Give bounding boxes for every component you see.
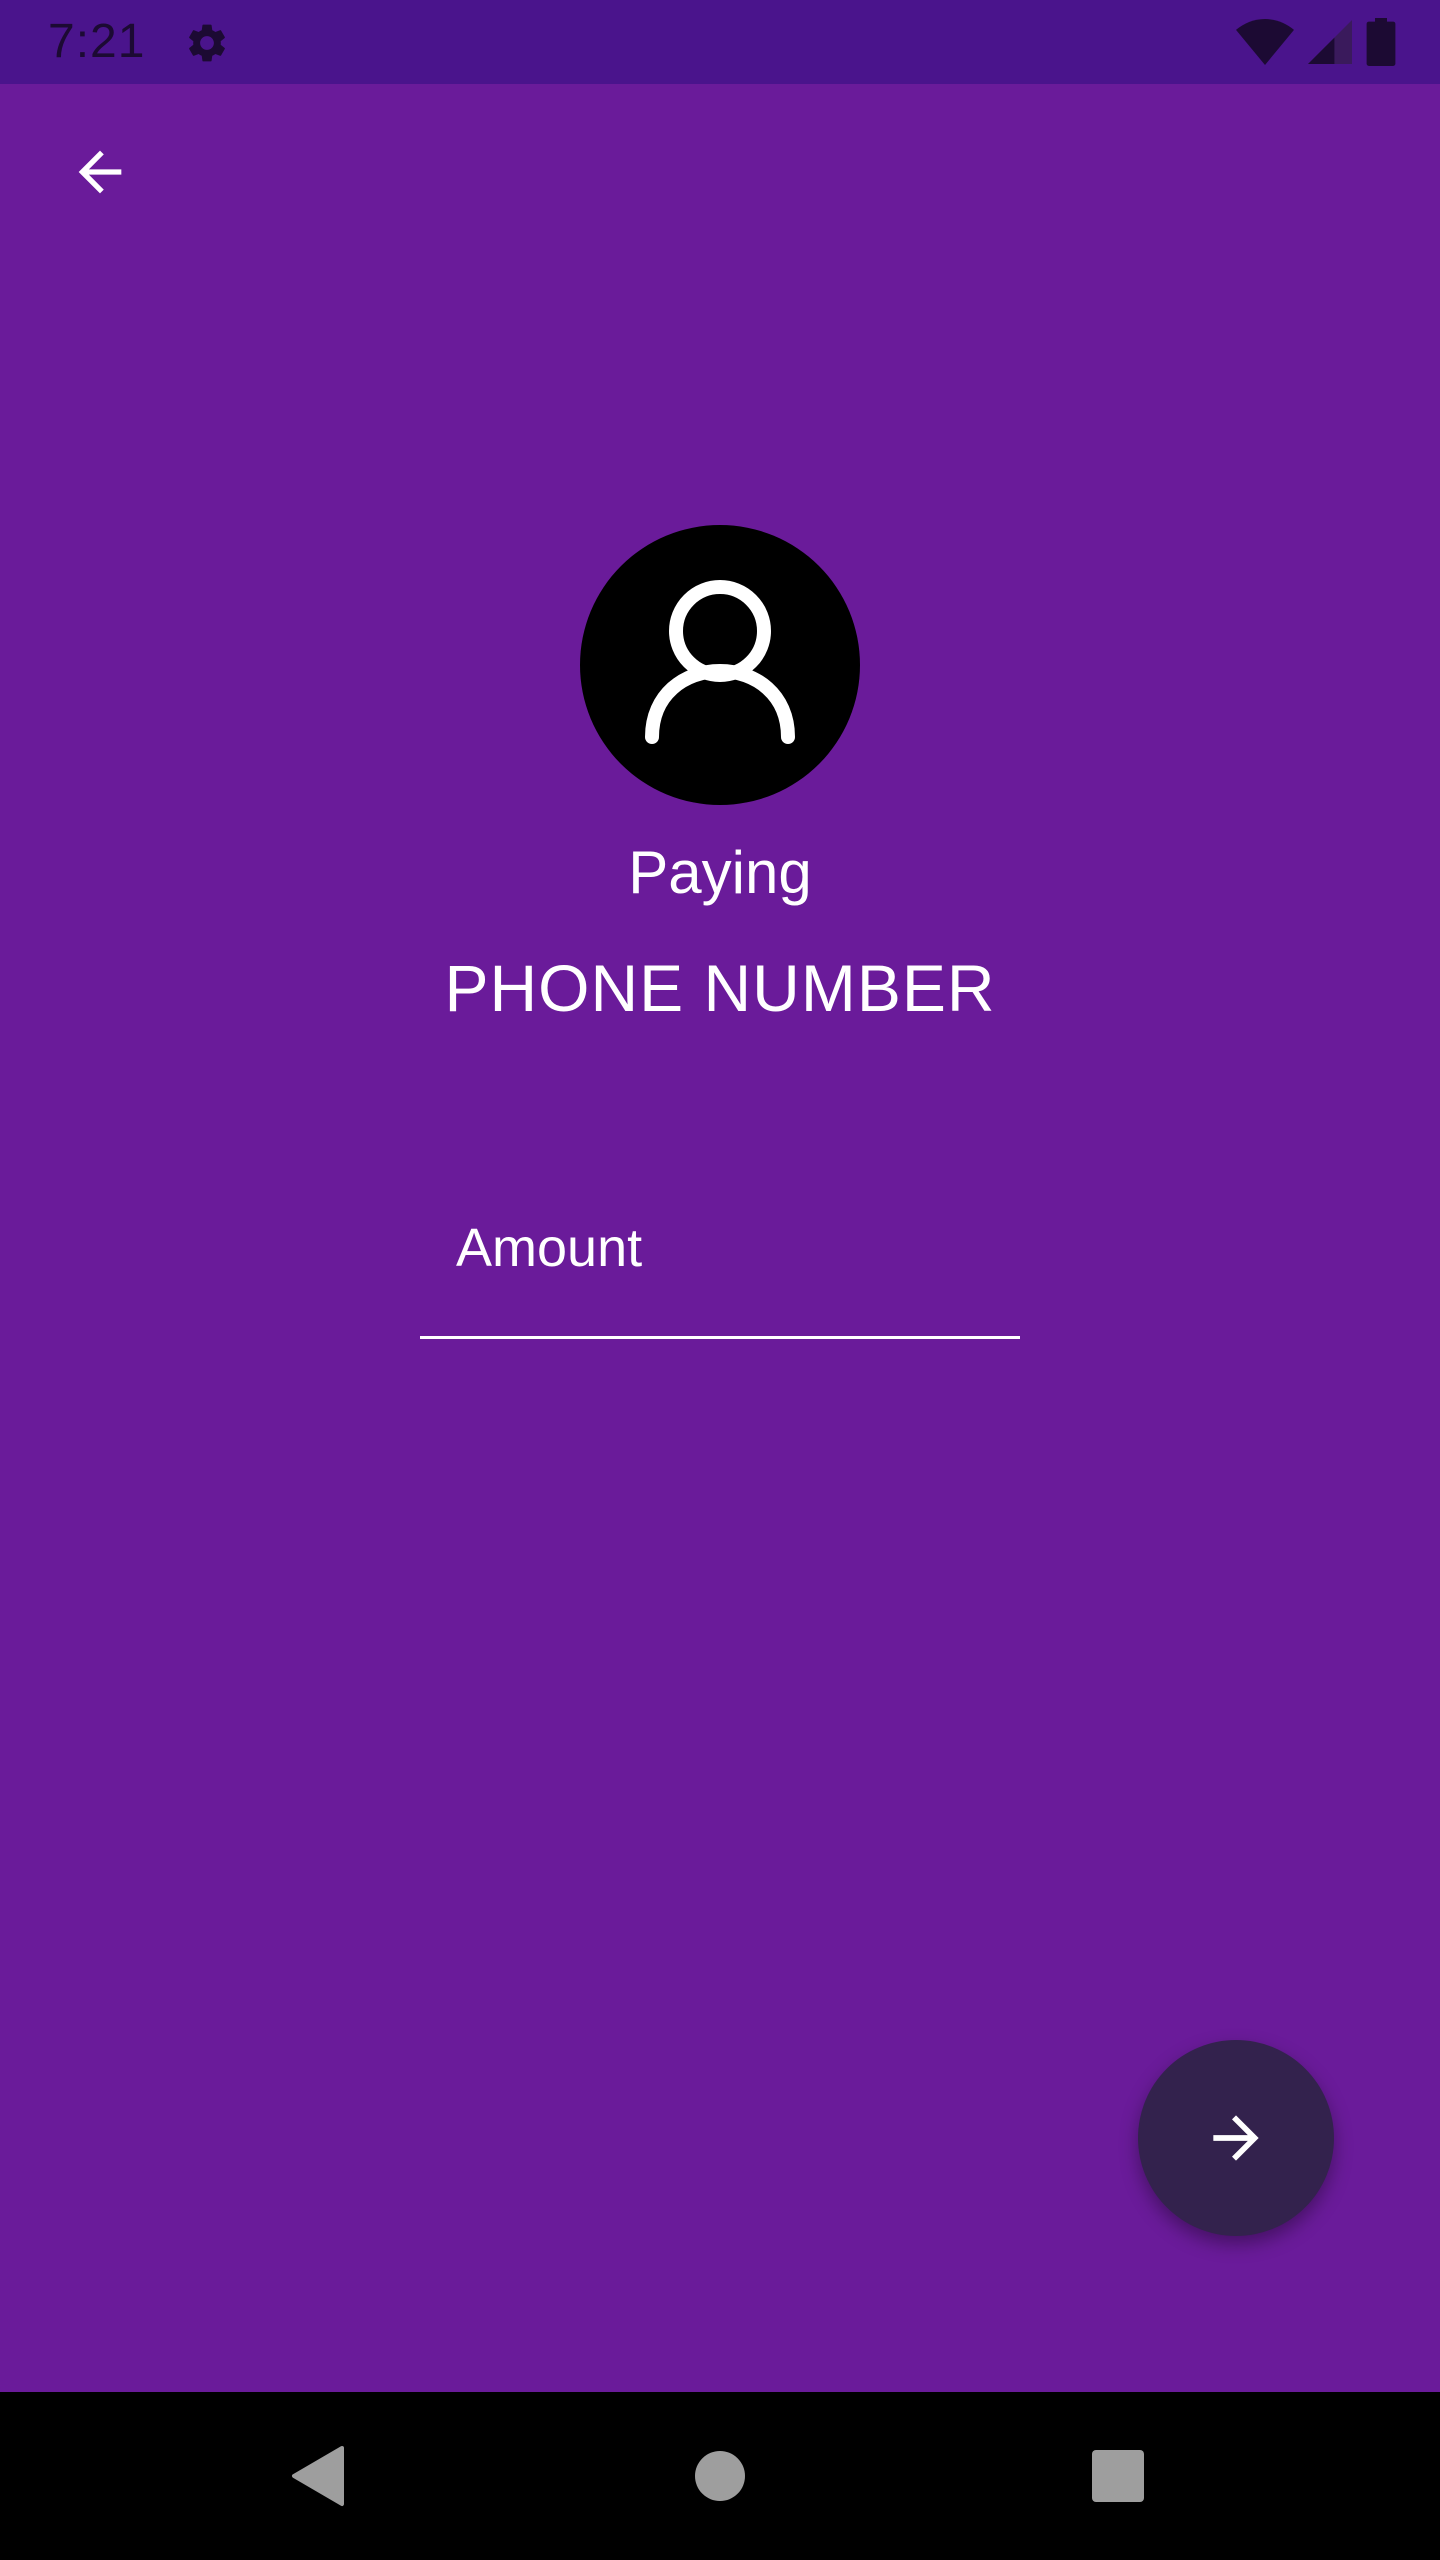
next-button[interactable] <box>1138 2040 1334 2236</box>
back-button[interactable] <box>52 124 148 220</box>
arrow-back-icon <box>78 150 122 194</box>
battery-icon <box>1366 18 1396 66</box>
settings-gear-icon <box>189 24 225 62</box>
nav-back-button[interactable] <box>268 2426 368 2526</box>
nav-home-icon <box>695 2451 745 2501</box>
amount-underline <box>420 1336 1020 1339</box>
nav-home-button[interactable] <box>670 2426 770 2526</box>
wifi-icon <box>1236 19 1294 65</box>
recipient-name: PHONE NUMBER <box>444 951 996 1025</box>
arrow-forward-icon <box>1213 2115 1259 2161</box>
avatar <box>580 525 860 805</box>
navigation-bar <box>0 2392 1440 2560</box>
amount-input[interactable] <box>420 1160 1020 1336</box>
status-time: 7:21 <box>48 15 146 68</box>
nav-back-icon <box>292 2446 344 2506</box>
status-icons <box>1236 18 1396 66</box>
status-bar: 7:21 <box>0 0 1440 84</box>
person-outline-icon <box>645 580 795 744</box>
nav-recents-button[interactable] <box>1068 2426 1168 2526</box>
paying-label: Paying <box>628 839 812 906</box>
amount-field[interactable] <box>420 1160 1020 1340</box>
nav-recents-icon <box>1092 2450 1144 2502</box>
cellular-signal-icon <box>1308 20 1352 64</box>
